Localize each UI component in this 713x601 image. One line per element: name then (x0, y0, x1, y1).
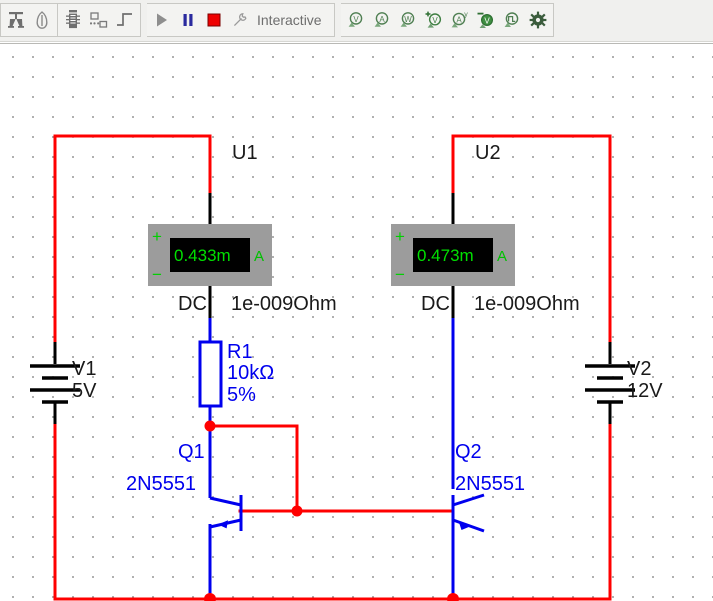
resistor-r1-body[interactable] (198, 340, 223, 408)
digital-probe-icon[interactable] (499, 5, 525, 35)
transistor-q2-ref-label: Q2 (455, 441, 482, 463)
svg-text:A: A (456, 16, 462, 25)
differential-current-probe-icon[interactable]: A y (447, 5, 473, 35)
svg-text:A: A (379, 15, 385, 24)
source-v1-ref-label: V1 (72, 358, 97, 380)
circuit-simulator-window: Interactive V A W V A y V + − 0.433m A +… (0, 0, 713, 601)
probe-icon[interactable] (29, 5, 55, 35)
transistor-q2[interactable] (451, 493, 485, 533)
power-probe-icon[interactable]: W (395, 5, 421, 35)
ammeter-u2[interactable]: + − 0.473m A (391, 224, 515, 286)
transistor-q1-part-label: 2N5551 (126, 473, 197, 495)
toolbar-group-probes: V A W V A y V (340, 3, 554, 37)
ammeter-u1-ref-label: U1 (232, 142, 258, 164)
ic-chip-icon[interactable] (60, 5, 86, 35)
ammeter-u2-plus-terminal: + (395, 227, 405, 246)
ammeter-u2-unit: A (497, 248, 508, 265)
source-v1-value-label: 5V (72, 380, 97, 402)
differential-voltage-probe-icon[interactable]: V (421, 5, 447, 35)
svg-text:W: W (404, 15, 412, 24)
svg-text:V: V (484, 16, 490, 25)
resistor-r1-value-label: 10kΩ (227, 362, 275, 384)
voltage-probe-icon[interactable]: V (343, 5, 369, 35)
referenced-voltage-probe-icon[interactable]: V (473, 5, 499, 35)
transistor-q1-ref-label: Q1 (178, 441, 205, 463)
ammeter-u2-reading: 0.473m (417, 246, 474, 265)
ammeter-u2-ref-label: U2 (475, 142, 501, 164)
ammeter-u1-minus-terminal: − (152, 265, 162, 284)
ammeter-u1-reading: 0.433m (174, 246, 231, 265)
wire-net-red (53, 134, 612, 601)
resistor-r1-ref-label: R1 (227, 341, 253, 363)
schematic-canvas[interactable]: + − 0.433m A + − 0.473m A U1 U2 DC 1e-00… (0, 46, 713, 601)
run-sim-icon[interactable] (3, 5, 29, 35)
source-v2-ref-label: V2 (627, 358, 652, 380)
svg-text:V: V (432, 16, 438, 25)
circuit-schematic (30, 134, 635, 601)
stop-button[interactable] (201, 5, 227, 35)
toolbar: Interactive V A W V A y V (0, 0, 713, 44)
probe-settings-gear-icon[interactable] (525, 5, 551, 35)
toolbar-bottom-divider (0, 41, 713, 44)
run-button[interactable] (149, 5, 175, 35)
current-probe-icon[interactable]: A (369, 5, 395, 35)
ammeter-u1-mode-label: DC (178, 293, 207, 315)
transistor-q2-part-label: 2N5551 (455, 473, 526, 495)
toolbar-group-instruments (58, 3, 141, 37)
toolbar-group-transport: Interactive (147, 3, 335, 37)
ammeter-u1-resistance-label: 1e-009Ohm (231, 293, 337, 315)
simulation-mode-label: Interactive (257, 12, 322, 28)
ammeter-u2-resistance-label: 1e-009Ohm (474, 293, 580, 315)
source-v2-value-label: 12V (627, 380, 663, 402)
ammeter-u1-unit: A (254, 248, 265, 265)
ammeter-u1-plus-terminal: + (152, 227, 162, 246)
svg-text:V: V (353, 15, 359, 24)
ammeter-u2-minus-terminal: − (395, 265, 405, 284)
step-signal-icon[interactable] (112, 5, 138, 35)
resistor-r1-tolerance-label: 5% (227, 384, 256, 406)
svg-text:y: y (464, 12, 468, 19)
ammeter-u1[interactable]: + − 0.433m A (148, 224, 272, 286)
wrench-icon[interactable] (227, 5, 253, 35)
ammeter-u2-mode-label: DC (421, 293, 450, 315)
grapher-icon[interactable] (86, 5, 112, 35)
transistor-q1[interactable] (209, 495, 243, 531)
pause-button[interactable] (175, 5, 201, 35)
toolbar-group-analysis (0, 3, 58, 37)
